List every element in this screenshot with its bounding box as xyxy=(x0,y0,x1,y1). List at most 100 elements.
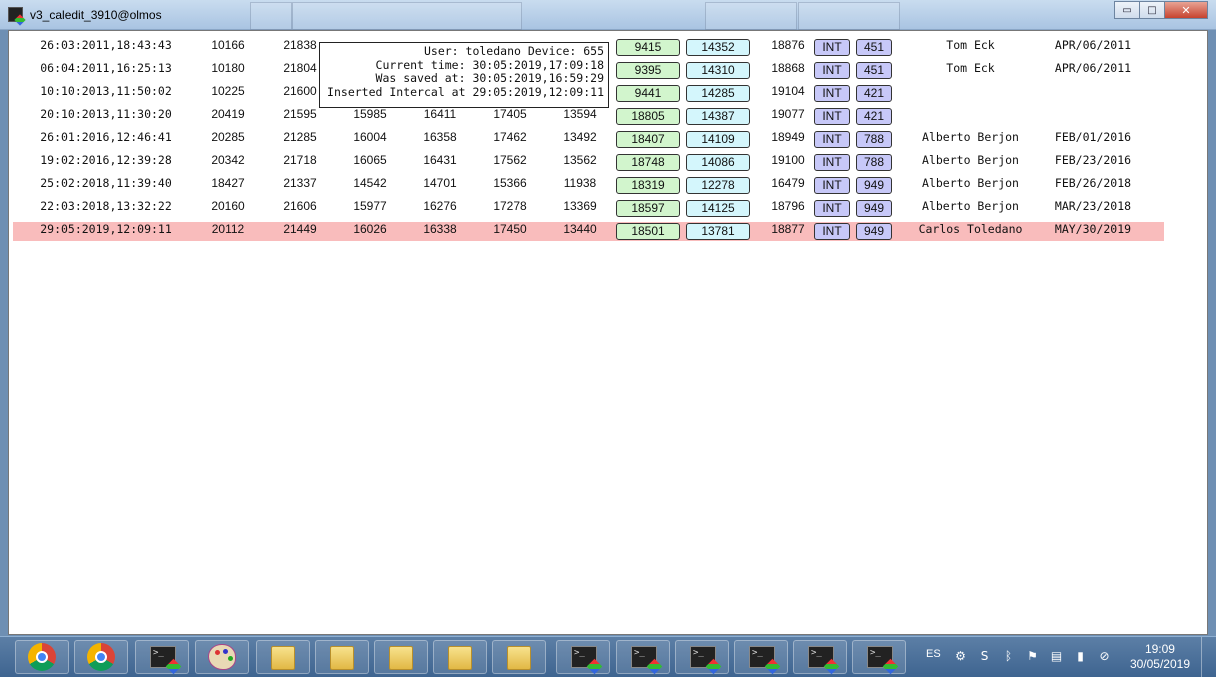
int-tag-button[interactable]: INT xyxy=(814,131,850,148)
value-cell: 21804 xyxy=(283,61,317,75)
code-tag-button[interactable]: 451 xyxy=(856,62,892,79)
table-row[interactable]: 22:03:2018,13:32:22 20160 21606 15977 16276 1… xyxy=(13,199,1164,218)
green-value-box[interactable]: 18407 xyxy=(616,131,680,148)
green-value-box[interactable]: 18319 xyxy=(616,177,680,194)
user-cell xyxy=(903,84,1038,103)
cyan-value-box[interactable]: 14310 xyxy=(686,62,750,79)
volume-muted-icon[interactable]: ⊘ xyxy=(1098,650,1111,663)
value-cell: 17405 xyxy=(493,107,527,121)
value-cell: 16065 xyxy=(353,153,387,167)
tooltip-line: Was saved at: 30:05:2019,16:59:29 xyxy=(375,71,604,85)
int-tag-button[interactable]: INT xyxy=(814,108,850,125)
maximize-button[interactable]: □ xyxy=(1139,1,1165,19)
bluetooth-icon[interactable]: ᛒ xyxy=(1002,650,1015,663)
green-value-box[interactable]: 9441 xyxy=(616,85,680,102)
taskbar-button[interactable] xyxy=(852,640,906,674)
skype-icon[interactable]: S xyxy=(978,650,991,663)
user-cell: Alberto Berjon xyxy=(922,176,1019,190)
network-icon[interactable]: ⚙ xyxy=(954,650,967,663)
green-value-box[interactable]: 9415 xyxy=(616,39,680,56)
int-tag-button[interactable]: INT xyxy=(814,85,850,102)
table-row[interactable]: 25:02:2018,11:39:40 18427 21337 14542 14701 1… xyxy=(13,176,1164,195)
value-cell: 19100 xyxy=(771,153,805,167)
user-cell: Carlos Toledano xyxy=(918,222,1023,236)
signal-icon[interactable]: ▮ xyxy=(1074,650,1087,663)
date-cell: MAR/23/2018 xyxy=(1054,199,1132,213)
int-tag-button[interactable]: INT xyxy=(814,62,850,79)
taskbar-button[interactable] xyxy=(195,640,249,674)
table-row[interactable]: 19:02:2016,12:39:28 20342 21718 16065 16431 1… xyxy=(13,153,1164,172)
green-value-box[interactable]: 9395 xyxy=(616,62,680,79)
show-desktop-button[interactable] xyxy=(1201,637,1216,677)
cyan-value-box[interactable]: 14086 xyxy=(686,154,750,171)
taskbar-button[interactable] xyxy=(616,640,670,674)
flag-icon[interactable]: ⚑ xyxy=(1026,650,1039,663)
value-cell: 21838 xyxy=(283,38,317,52)
taskbar-button[interactable] xyxy=(74,640,128,674)
table-row[interactable]: 26:01:2016,12:46:41 20285 21285 16004 16358 1… xyxy=(13,130,1164,149)
value-cell: 16479 xyxy=(771,176,805,190)
cyan-value-box[interactable]: 14352 xyxy=(686,39,750,56)
code-tag-button[interactable]: 949 xyxy=(856,223,892,240)
taskbar-button[interactable] xyxy=(315,640,369,674)
taskbar-button[interactable] xyxy=(492,640,546,674)
taskbar-button[interactable] xyxy=(374,640,428,674)
int-tag-button[interactable]: INT xyxy=(814,223,850,240)
window-title: v3_caledit_3910@olmos xyxy=(30,8,162,22)
taskbar-button[interactable] xyxy=(15,640,69,674)
cyan-value-box[interactable]: 14125 xyxy=(686,200,750,217)
int-tag-button[interactable]: INT xyxy=(814,39,850,56)
green-value-box[interactable]: 18805 xyxy=(616,108,680,125)
table-row[interactable]: 20:10:2013,11:30:20 20419 21595 15985 16411 1… xyxy=(13,107,1164,126)
taskbar-button[interactable] xyxy=(675,640,729,674)
clock[interactable]: 19:09 30/05/2019 xyxy=(1130,642,1190,672)
taskbar-button[interactable] xyxy=(793,640,847,674)
value-cell: 13594 xyxy=(563,107,597,121)
date-cell: FEB/26/2018 xyxy=(1054,176,1132,190)
value-cell: 15985 xyxy=(353,107,387,121)
calendar-editor-canvas[interactable]: 26:03:2011,18:43:43 10166 21838 9415 14352 18… xyxy=(8,30,1208,635)
taskbar-button[interactable] xyxy=(256,640,310,674)
code-tag-button[interactable]: 421 xyxy=(856,108,892,125)
cyan-value-box[interactable]: 14109 xyxy=(686,131,750,148)
code-tag-button[interactable]: 949 xyxy=(856,177,892,194)
int-tag-button[interactable]: INT xyxy=(814,177,850,194)
value-cell: 10180 xyxy=(211,61,245,75)
cyan-value-box[interactable]: 12278 xyxy=(686,177,750,194)
value-cell: 18868 xyxy=(771,61,805,75)
value-cell: 16338 xyxy=(423,222,457,236)
folder-icon xyxy=(271,646,295,670)
cyan-value-box[interactable]: 13781 xyxy=(686,223,750,240)
int-tag-button[interactable]: INT xyxy=(814,154,850,171)
taskbar-button[interactable] xyxy=(433,640,487,674)
taskbar-button[interactable] xyxy=(556,640,610,674)
green-value-box[interactable]: 18748 xyxy=(616,154,680,171)
value-cell: 18796 xyxy=(771,199,805,213)
cyan-value-box[interactable]: 14387 xyxy=(686,108,750,125)
value-cell: 20160 xyxy=(211,199,245,213)
user-cell: Tom Eck xyxy=(946,38,995,52)
taskbar-button[interactable] xyxy=(734,640,788,674)
cyan-value-box[interactable]: 14285 xyxy=(686,85,750,102)
code-tag-button[interactable]: 421 xyxy=(856,85,892,102)
code-tag-button[interactable]: 949 xyxy=(856,200,892,217)
green-value-box[interactable]: 18597 xyxy=(616,200,680,217)
int-tag-button[interactable]: INT xyxy=(814,200,850,217)
green-value-box[interactable]: 18501 xyxy=(616,223,680,240)
taskbar-button[interactable] xyxy=(135,640,189,674)
language-indicator[interactable]: ES xyxy=(926,648,941,660)
value-cell: 20342 xyxy=(211,153,245,167)
tooltip-line: User: toledano Device: 655 xyxy=(423,44,604,58)
code-tag-button[interactable]: 788 xyxy=(856,154,892,171)
value-cell: 20419 xyxy=(211,107,245,121)
close-button[interactable]: ✕ xyxy=(1164,1,1208,19)
code-tag-button[interactable]: 451 xyxy=(856,39,892,56)
terminal-icon xyxy=(150,646,176,668)
table-row-selected[interactable]: 29:05:2019,12:09:11 20112 21449 16026 16338 1… xyxy=(13,222,1164,241)
value-cell: 18949 xyxy=(771,130,805,144)
minimize-button[interactable]: ▭ xyxy=(1114,1,1140,19)
window-titlebar[interactable]: v3_caledit_3910@olmos ▭ □ ✕ xyxy=(0,0,1216,30)
clipboard-icon[interactable]: ▤ xyxy=(1050,650,1063,663)
code-tag-button[interactable]: 788 xyxy=(856,131,892,148)
value-cell: 17278 xyxy=(493,199,527,213)
